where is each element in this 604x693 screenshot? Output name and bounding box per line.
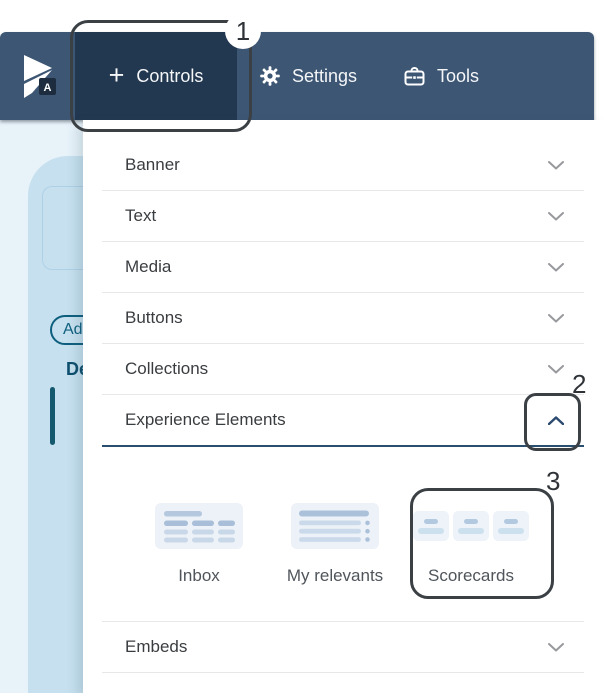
tab-settings-label: Settings xyxy=(292,65,358,86)
accordion-experience-elements-label: Experience Elements xyxy=(125,410,286,429)
annotation-box-step2 xyxy=(524,393,581,451)
step1-number: 1 xyxy=(235,16,251,46)
inbox-grid-icon xyxy=(155,503,243,549)
tile-label-inbox: Inbox xyxy=(178,566,220,585)
list-rows-icon xyxy=(291,503,379,549)
tab-tools-label: Tools xyxy=(437,65,480,86)
accordion-banner-label: Banner xyxy=(125,155,180,174)
chevron-down-icon[interactable] xyxy=(548,642,564,652)
chevron-down-icon[interactable] xyxy=(548,160,564,170)
annotation-box-step3 xyxy=(410,488,554,599)
control-tile-inbox[interactable]: Inbox xyxy=(131,503,267,586)
accordion-embeds[interactable]: Embeds xyxy=(102,621,584,673)
accordion-text-label: Text xyxy=(125,206,157,225)
tab-settings[interactable]: Settings xyxy=(256,32,361,120)
accordion-media[interactable]: Media xyxy=(102,242,584,293)
chevron-down-icon[interactable] xyxy=(548,211,564,221)
accordion-collections-label: Collections xyxy=(125,359,209,378)
accordion-buttons[interactable]: Buttons xyxy=(102,293,584,344)
chevron-down-icon[interactable] xyxy=(548,313,564,323)
accordion-collections[interactable]: Collections xyxy=(102,344,584,395)
accordion-banner[interactable]: Banner xyxy=(102,140,584,191)
chevron-down-icon[interactable] xyxy=(548,262,564,272)
annotation-number-step2: 2 xyxy=(572,369,587,399)
annotation-number-step3: 3 xyxy=(546,466,561,496)
logo-badge-letter: A xyxy=(44,82,52,94)
toolbox-icon xyxy=(404,66,425,85)
annotation-number-step1: 1 xyxy=(225,13,261,49)
accordion-buttons-label: Buttons xyxy=(125,308,183,327)
chevron-down-icon[interactable] xyxy=(548,364,564,374)
background-selection-bar xyxy=(50,387,55,445)
brightspot-logo-icon: A xyxy=(24,55,56,98)
tile-label-my-relevants: My relevants xyxy=(286,566,384,585)
accordion-media-label: Media xyxy=(125,257,172,276)
accordion-text[interactable]: Text xyxy=(102,191,584,242)
control-tile-my-relevants[interactable]: My relevants xyxy=(267,503,403,586)
tab-tools[interactable]: Tools xyxy=(400,32,483,120)
annotation-box-step1 xyxy=(70,20,252,132)
gear-icon xyxy=(260,66,280,86)
accordion-experience-elements[interactable]: Experience Elements xyxy=(102,395,584,447)
background-page: Ad De xyxy=(0,118,114,693)
accordion-embeds-label: Embeds xyxy=(125,637,188,656)
